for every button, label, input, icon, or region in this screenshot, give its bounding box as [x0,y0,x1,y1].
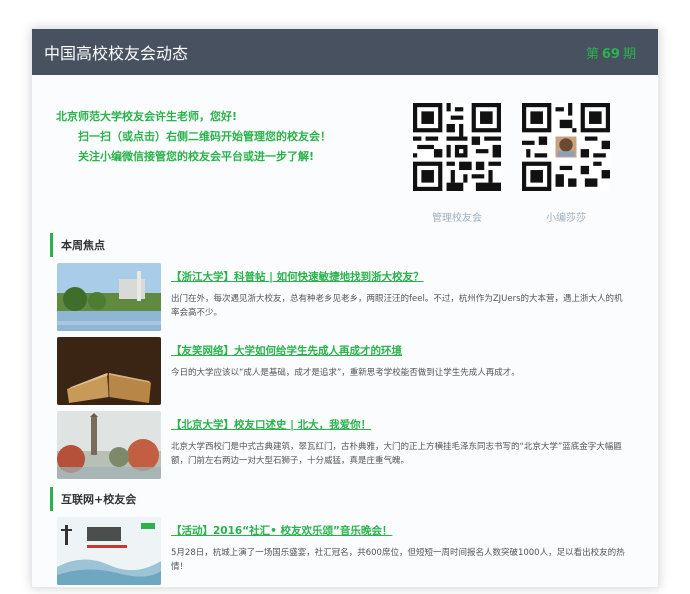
section-title-focus: 本周焦点 [50,233,658,257]
greeting: 北京师范大学校友会许生老师，您好! 扫一扫（或点击）右侧二维码开始管理您的校友会… [56,107,331,167]
list-item[interactable]: 【浙江大学】科普帖 | 如何快速敏捷地找到浙大校友？ 出门在外，每次遇见浙大校友… [57,263,658,331]
section-title-internet: 互联网+校友会 [50,487,658,511]
article-summary: 北京大学西校门是中式古典建筑，翠瓦红门，古朴典雅，大门的正上方横挂毛泽东同志书写… [171,442,622,466]
issue-number: 第 69 期 [585,46,636,62]
newsletter-header: 中国高校校友会动态 第 69 期 [32,29,658,75]
qr-code-avatar-icon[interactable] [522,103,610,191]
article-title-link[interactable]: 【浙江大学】科普帖 | 如何快速敏捷地找到浙大校友？ [171,269,631,284]
page-title: 中国高校校友会动态 [44,44,189,63]
old-book-thumbnail[interactable] [57,337,161,405]
article-summary: 出门在外，每次遇见浙大校友，总有种老乡见老乡，两眼汪汪的feel。不过，杭州作为… [171,294,623,318]
qr-code-icon[interactable] [413,103,501,191]
article-summary: 今日的大学应该以“成人是基础，成才是追求”，重新思考学校能否做到让学生先成人再成… [171,368,520,378]
article-title-link[interactable]: 【活动】2016“社汇• 校友欢乐颂”音乐晚会！ [171,523,631,538]
greeting-line-2: 扫一扫（或点击）右侧二维码开始管理您的校友会！ [78,130,331,143]
list-item[interactable]: 【北京大学】校友口述史 | 北大，我爱你！ 北京大学西校门是中式古典建筑，翠瓦红… [57,411,658,479]
list-item[interactable]: 【活动】2016“社汇• 校友欢乐颂”音乐晚会！ 5月28日，杭城上演了一场国乐… [57,517,658,585]
article-title-link[interactable]: 【北京大学】校友口述史 | 北大，我爱你！ [171,417,631,432]
pku-tower-thumbnail[interactable] [57,411,161,479]
qr-label-manage: 管理校友会 [432,213,482,224]
concert-poster-thumbnail[interactable] [57,517,161,585]
greeting-line-3: 关注小编微信接管您的校友会平台或进一步了解! [78,150,315,163]
newsletter-card: 中国高校校友会动态 第 69 期 北京师范大学校友会许生老师，您好! 扫一扫（或点击… [31,28,659,588]
article-summary: 5月28日，杭城上演了一场国乐盛宴，社汇冠名，共600席位，但短短一周时间报名人… [171,548,625,572]
list-item[interactable]: 【友笑网络】大学如何给学生先成人再成才的环境 今日的大学应该以“成人是基础，成才… [57,337,658,405]
article-title-link[interactable]: 【友笑网络】大学如何给学生先成人再成才的环境 [171,343,631,358]
greeting-line-1: 北京师范大学校友会许生老师，您好! [56,110,238,123]
intro-section: 北京师范大学校友会许生老师，您好! 扫一扫（或点击）右侧二维码开始管理您的校友会… [32,75,658,233]
zju-campus-thumbnail[interactable] [57,263,161,331]
qr-label-editor: 小编莎莎 [546,213,586,224]
